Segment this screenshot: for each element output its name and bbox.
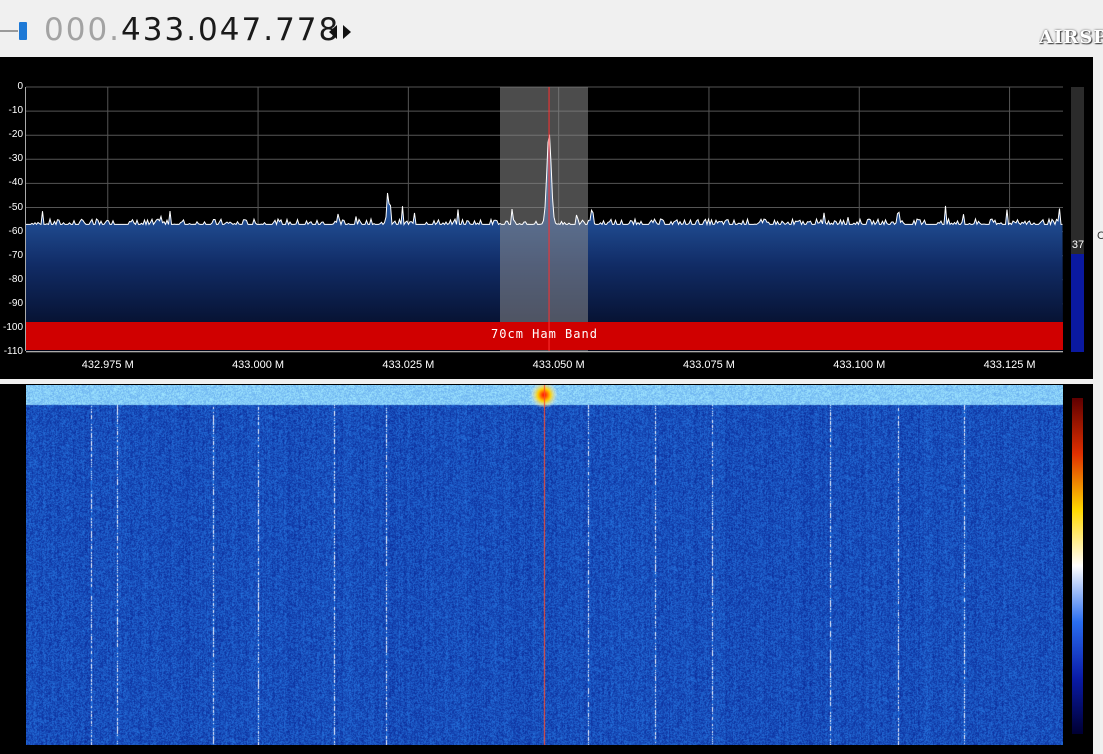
spectrum-analyzer[interactable]: 0 -10 -20 -30 -40 -50 -60 -70 -80 -90 -100 -110 432… xyxy=(0,57,1093,379)
frequency-tick-label: 433.025 M xyxy=(382,359,435,371)
right-side-panel xyxy=(1093,57,1103,754)
slider-knob[interactable] xyxy=(19,22,27,40)
db-tick-label: -80 xyxy=(8,273,23,285)
frequency-tick-label: 433.125 M xyxy=(983,359,1036,371)
frequency-tick-label: 433.050 M xyxy=(532,359,585,371)
db-tick-label: -110 xyxy=(3,346,23,358)
waterfall-canvas[interactable] xyxy=(26,385,1063,745)
db-tick-label: -30 xyxy=(8,153,23,165)
db-tick-label: -40 xyxy=(8,177,23,189)
gain-meter-fill xyxy=(1071,253,1084,352)
frequency-digits[interactable]: 433.047.778 xyxy=(121,12,340,48)
frequency-tick-label: 433.100 M xyxy=(833,359,886,371)
db-tick-label: -90 xyxy=(8,297,23,309)
slider-track xyxy=(0,30,18,32)
db-tick-label: -50 xyxy=(8,201,23,213)
brand-logo: AIRSP xyxy=(1039,27,1103,48)
frequency-display[interactable]: 000.433.047.778 xyxy=(44,10,340,50)
gain-meter[interactable] xyxy=(1071,87,1084,352)
frequency-tick-label: 433.000 M xyxy=(232,359,285,371)
db-tick-label: -10 xyxy=(8,105,23,117)
waterfall-colorbar[interactable] xyxy=(1072,398,1083,734)
db-tick-label: 0 xyxy=(17,81,23,92)
frequency-tick-label: 432.975 M xyxy=(81,359,134,371)
tuning-slider[interactable] xyxy=(0,14,27,48)
gain-value: 37 xyxy=(1071,239,1085,251)
band-plan-label: 70cm Ham Band xyxy=(491,327,598,341)
frequency-toolbar: 000.433.047.778 AIRSP xyxy=(0,0,1103,57)
step-arrows-icon[interactable] xyxy=(327,21,357,43)
db-tick-label: -100 xyxy=(2,322,23,333)
db-tick-label: -20 xyxy=(8,129,23,141)
frequency-tick-label: 433.075 M xyxy=(682,359,735,371)
waterfall-display[interactable] xyxy=(0,384,1093,754)
db-tick-label: -70 xyxy=(8,249,23,261)
side-panel-label: C xyxy=(1097,230,1103,242)
db-tick-label: -60 xyxy=(8,225,23,237)
frequency-leading-digits[interactable]: 000. xyxy=(44,12,121,48)
